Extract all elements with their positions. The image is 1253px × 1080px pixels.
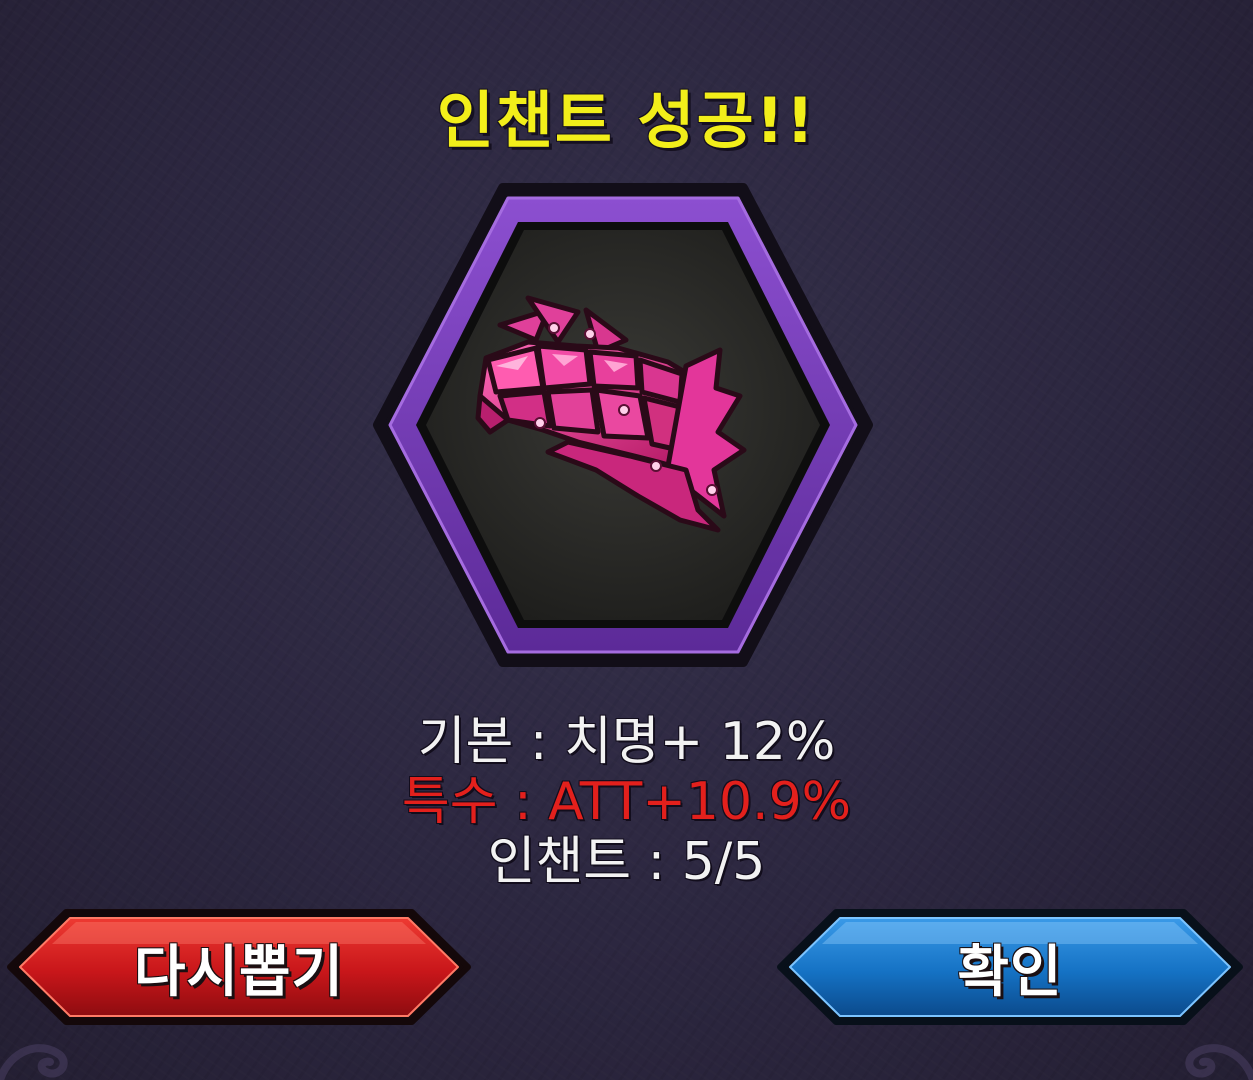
base-stat-text: 기본 : 치명+ 12% (417, 712, 836, 772)
redraw-button[interactable]: 다시뽑기 (6, 908, 472, 1026)
corner-ornament-icon (1185, 1044, 1253, 1080)
hexagon-frame-icon (373, 183, 873, 667)
enchant-success-title: 인챈트 성공!! (436, 84, 817, 157)
redraw-button-label: 다시뽑기 (133, 939, 345, 1005)
item-frame (368, 170, 878, 680)
corner-ornament-icon (0, 1044, 68, 1080)
enchant-stats: 기본 : 치명+ 12% 특수 : ATT+10.9% 인챈트 : 5/5 (0, 712, 1253, 892)
special-stat-text: 특수 : ATT+10.9% (401, 772, 852, 832)
confirm-button[interactable]: 확인 (776, 908, 1244, 1026)
enchant-result-screen: 인챈트 성공!! 기본: 치명+ 12% 특수: ATT+10.9% 인챈트… (0, 0, 1253, 1080)
confirm-button-label: 확인 (957, 939, 1063, 1005)
enchant-level-text: 인챈트 : 5/5 (487, 832, 766, 892)
